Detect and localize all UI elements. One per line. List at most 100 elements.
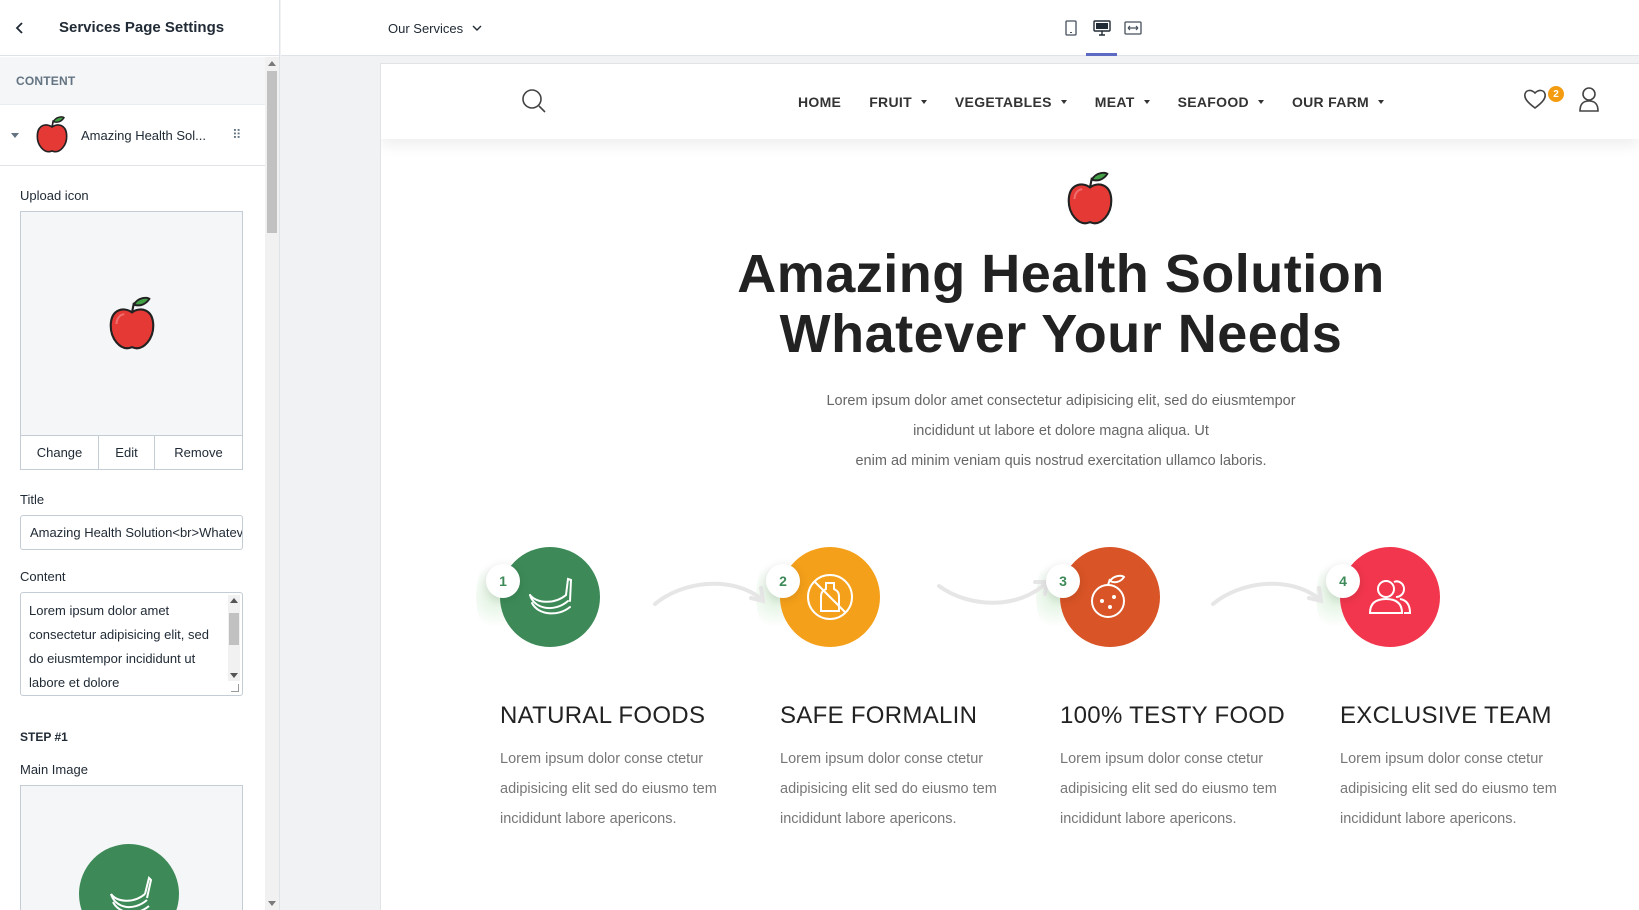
step-number: 1 [486,564,520,598]
team-icon [1368,580,1412,614]
title-label: Title [20,492,45,507]
dropdown-caret-icon [1378,99,1385,104]
hero-title-line: Whatever Your Needs [779,304,1343,364]
collapse-caret-icon[interactable] [11,132,19,138]
hero-title: Amazing Health Solution Whatever Your Ne… [581,244,1541,364]
upload-icon-preview[interactable] [20,211,243,435]
menu-item-label: HOME [798,93,842,110]
page-selector[interactable]: Our Services [388,0,482,56]
step-title: NATURAL FOODS [500,702,706,729]
main-image-label: Main Image [20,762,88,777]
hero-apple-icon [1061,165,1119,238]
step-text: Lorem ipsum dolor conse ctetur adipisici… [780,751,997,827]
step-title: EXCLUSIVE TEAM [1340,702,1552,729]
step-circle [1060,547,1160,647]
mobile-view-button[interactable] [1055,0,1086,56]
wishlist-count-badge: 2 [1548,86,1564,102]
content-block-row[interactable]: Amazing Health Sol... ⠿ [0,105,266,166]
orange-icon [1091,574,1126,618]
panel-scroll-area[interactable]: CONTENT Amazing Health Sol... ⠿ Upload i… [0,57,266,910]
heart-icon [1524,89,1546,110]
image-actions: Change Edit Remove [20,435,243,470]
dropdown-caret-icon [1257,99,1264,104]
page-selector-label: Our Services [388,20,464,36]
hero-text-line: incididunt ut labore et dolore magna ali… [913,423,1209,439]
desktop-view-button[interactable] [1086,0,1117,56]
site-search-button[interactable] [521,88,547,119]
page-preview[interactable]: HOME FRUIT VEGETABLES MEAT SEAFOOD OUR F… [381,64,1639,910]
menu-item-our-farm[interactable]: OUR FARM [1291,93,1385,110]
section-label: CONTENT [0,57,266,105]
apple-icon [1067,171,1113,225]
fullscreen-view-button[interactable] [1117,0,1148,56]
editor-topbar: Our Services [281,0,1639,56]
chevron-down-icon [472,25,482,31]
step-number: 2 [766,564,800,598]
menu-item-seafood[interactable]: SEAFOOD [1178,94,1264,110]
panel-scrollbar[interactable] [265,57,279,910]
curved-arrow-icon [653,581,766,606]
site-menu: HOME FRUIT VEGETABLES MEAT SEAFOOD OUR F… [798,64,1412,139]
site-navbar: HOME FRUIT VEGETABLES MEAT SEAFOOD OUR F… [381,64,1639,139]
no-bottle-icon [807,574,853,620]
resize-handle-icon[interactable] [231,684,239,692]
content-label: Content [20,569,66,584]
drag-handle-icon[interactable]: ⠿ [232,127,252,143]
main-image-preview[interactable] [20,785,243,910]
user-icon [1579,87,1599,112]
step-title: 100% TESTY FOOD [1060,702,1286,729]
menu-item-fruit[interactable]: FRUIT [869,94,927,110]
menu-item-meat[interactable]: MEAT [1095,94,1150,110]
step-number: 4 [1326,564,1360,598]
block-thumbnail [31,114,73,156]
change-button[interactable]: Change [21,436,99,469]
step-text: Lorem ipsum dolor conse ctetur adipisici… [1340,751,1557,827]
content-textarea-value: Lorem ipsum dolor amet consectetur adipi… [29,603,209,690]
dropdown-caret-icon [1143,99,1150,104]
banana-icon [110,876,153,910]
apple-icon [36,116,68,153]
step-circle [780,547,880,647]
hero-text-line: Lorem ipsum dolor amet consectetur adipi… [826,393,1296,409]
step-label: STEP #1 [20,730,68,744]
settings-panel: Services Page Settings CONTENT Amazing H… [0,0,280,910]
curved-arrow-icon [937,580,1050,605]
block-name: Amazing Health Sol... [81,127,207,143]
step-number: 3 [1046,564,1080,598]
menu-item-label: FRUIT [869,93,912,110]
banana-icon [529,577,573,615]
edit-button[interactable]: Edit [99,436,155,469]
textarea-scrollbar[interactable] [228,595,240,681]
menu-item-vegetables[interactable]: VEGETABLES [955,94,1067,110]
step-text: Lorem ipsum dolor conse ctetur adipisici… [1060,751,1277,827]
menu-item-label: OUR FARM [1291,93,1370,110]
search-icon [522,89,546,113]
menu-item-home[interactable]: HOME [798,94,841,110]
device-toggle [1055,0,1148,56]
curved-arrow-icon [1211,581,1324,606]
step-circle [500,547,600,647]
panel-title: Services Page Settings [59,19,225,36]
menu-item-label: VEGETABLES [954,93,1052,110]
step-text: Lorem ipsum dolor conse ctetur adipisici… [500,751,717,827]
hero-title-line: Amazing Health Solution [737,244,1385,304]
desktop-icon [1092,20,1111,36]
back-button[interactable] [0,0,40,56]
account-button[interactable] [1578,86,1600,117]
panel-header: Services Page Settings [0,0,279,56]
menu-item-label: SEAFOOD [1177,93,1249,110]
main-image-circle [79,844,179,910]
wishlist-button[interactable] [1523,88,1547,115]
apple-icon [109,296,154,349]
remove-button[interactable]: Remove [155,436,242,469]
dropdown-caret-icon [1060,99,1067,104]
mobile-icon [1064,20,1077,36]
content-textarea[interactable]: Lorem ipsum dolor amet consectetur adipi… [20,592,243,696]
upload-icon-label: Upload icon [20,188,89,203]
chevron-left-icon [15,21,23,34]
step-title: SAFE FORMALIN [780,702,978,729]
dropdown-caret-icon [920,99,927,104]
menu-item-label: MEAT [1094,93,1135,110]
hero-text-line: enim ad minim veniam quis nostrud exerci… [855,453,1267,469]
title-input[interactable]: Amazing Health Solution<br>Whatever Your… [20,515,243,550]
